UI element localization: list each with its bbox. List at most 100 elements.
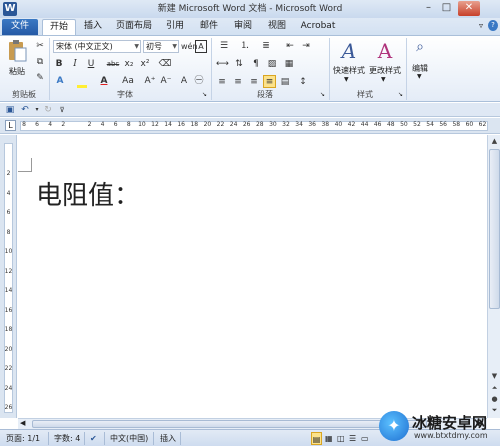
font-name-select[interactable]: 宋体 (中文正文) ▼ — [53, 40, 141, 53]
phonetic-guide-icon[interactable]: wén — [181, 40, 198, 53]
bullets-icon[interactable]: ☰ — [216, 40, 232, 53]
redo-icon[interactable]: ↻ — [42, 104, 54, 116]
subscript-button[interactable]: x₂ — [123, 58, 135, 71]
tab-page-layout[interactable]: 页面布局 — [112, 19, 156, 35]
document-text[interactable]: 电阻值： — [36, 175, 140, 212]
paragraph-dialog-launcher-icon[interactable]: ↘ — [320, 91, 325, 98]
tab-acrobat[interactable]: Acrobat — [298, 19, 338, 35]
sort-icon[interactable]: ⇅ — [233, 58, 245, 71]
ribbon-minimize-icon[interactable]: ▿ — [476, 21, 486, 31]
paste-icon[interactable] — [6, 39, 28, 63]
decrease-indent-icon[interactable]: ⇤ — [284, 40, 296, 53]
highlight-icon[interactable] — [75, 75, 89, 88]
web-layout-view-icon[interactable]: ◫ — [337, 432, 345, 445]
close-button[interactable]: ✕ — [458, 1, 480, 16]
tab-view[interactable]: 视图 — [264, 19, 290, 35]
underline-button[interactable]: U — [85, 58, 97, 71]
title-bar: W 新建 Microsoft Word 文档 - Microsoft Word … — [0, 0, 500, 18]
shading-icon[interactable]: ▨ — [266, 58, 278, 71]
italic-button[interactable]: I — [69, 58, 81, 71]
bold-button[interactable]: B — [53, 58, 65, 71]
font-dialog-launcher-icon[interactable]: ↘ — [202, 91, 207, 98]
change-styles-label[interactable]: 更改样式 — [368, 65, 402, 76]
scroll-down-icon[interactable]: ▼ — [489, 371, 500, 382]
clear-formatting-icon[interactable]: ⌫ — [158, 58, 172, 71]
shrink-font-button[interactable]: A⁻ — [159, 75, 173, 88]
increase-indent-icon[interactable]: ⇥ — [300, 40, 312, 53]
ruler-tick-label: 50 — [400, 121, 408, 128]
chinese-layout-icon[interactable]: ⟷ — [216, 58, 229, 71]
change-case-button[interactable]: Aa — [120, 75, 136, 88]
copy-icon[interactable]: ⧉ — [34, 56, 46, 69]
line-spacing-icon[interactable]: ↕ — [296, 76, 310, 89]
character-border-icon[interactable]: A — [195, 40, 207, 53]
align-right-icon[interactable]: ≡ — [248, 76, 260, 89]
minimize-button[interactable]: – — [420, 1, 437, 16]
font-color-icon[interactable]: A — [97, 75, 111, 88]
superscript-button[interactable]: x² — [139, 58, 151, 71]
vertical-ruler-tick-label: 6 — [6, 209, 11, 216]
watermark-logo: ✦ — [379, 411, 409, 441]
borders-icon[interactable]: ▦ — [283, 58, 295, 71]
paste-label[interactable]: 粘贴 — [6, 66, 28, 77]
word-count-status[interactable]: 字数: 4 — [54, 432, 80, 445]
full-screen-view-icon[interactable]: ▦ — [325, 432, 333, 445]
quick-styles-icon[interactable]: A — [338, 39, 360, 63]
insert-mode-status[interactable]: 插入 — [160, 432, 176, 445]
save-icon[interactable]: ▣ — [4, 104, 16, 116]
tab-references[interactable]: 引用 — [162, 19, 188, 35]
print-layout-view-icon[interactable]: ▤ — [311, 432, 322, 445]
justify-icon[interactable]: ≡ — [263, 75, 276, 88]
scroll-left-icon[interactable]: ◀ — [20, 419, 25, 427]
ruler-tick-label: 4 — [100, 121, 105, 128]
show-marks-icon[interactable]: ¶ — [250, 58, 262, 71]
tab-insert[interactable]: 插入 — [80, 19, 106, 35]
vertical-ruler-tick-label: 20 — [4, 345, 13, 353]
multilevel-list-icon[interactable]: ≣ — [258, 40, 274, 53]
ruler-tick-label: 58 — [452, 121, 461, 128]
enclose-characters-icon[interactable]: ㊀ — [192, 75, 206, 88]
cut-icon[interactable]: ✂ — [34, 40, 46, 53]
watermark-url: www.btxtdmy.com — [414, 431, 488, 440]
tab-file[interactable]: 文件 — [2, 19, 38, 35]
proofing-icon[interactable]: ✔ — [90, 432, 97, 445]
help-icon[interactable]: ? — [488, 20, 498, 31]
horizontal-scroll-thumb[interactable] — [32, 420, 427, 428]
ruler-tick-label: 30 — [269, 121, 277, 128]
outline-view-icon[interactable]: ☰ — [349, 432, 356, 445]
character-shading-icon[interactable]: A — [177, 75, 191, 88]
undo-icon[interactable]: ↶ — [19, 104, 31, 116]
page-count-status[interactable]: 页面: 1/1 — [6, 432, 40, 445]
align-center-icon[interactable]: ≡ — [232, 76, 244, 89]
numbering-icon[interactable]: ⒈ — [237, 40, 253, 53]
vertical-ruler-tick-label: 24 — [4, 384, 13, 392]
vertical-scrollbar[interactable]: ▲ ▼ ⏶ ● ⏷ — [487, 135, 500, 418]
next-page-icon[interactable]: ⏷ — [489, 405, 500, 416]
maximize-button[interactable]: □ — [438, 1, 455, 16]
distributed-icon[interactable]: ▤ — [279, 76, 291, 89]
customize-toolbar-icon[interactable]: ⊽ — [56, 104, 68, 116]
previous-page-icon[interactable]: ⏶ — [489, 383, 500, 394]
format-painter-icon[interactable]: ✎ — [34, 72, 46, 85]
align-left-icon[interactable]: ≡ — [216, 76, 228, 89]
vertical-ruler: 2 4 6 8 10 12 14 16 18 20 22 24 26 — [0, 135, 17, 418]
browse-object-icon[interactable]: ● — [489, 394, 500, 405]
strikethrough-button[interactable]: abc — [105, 58, 121, 71]
draft-view-icon[interactable]: ▭ — [361, 432, 369, 445]
tab-mailings[interactable]: 邮件 — [196, 19, 222, 35]
ruler-tick-label: 6 — [35, 121, 39, 128]
status-separator — [48, 432, 49, 445]
quick-styles-label[interactable]: 快速样式 — [332, 65, 366, 76]
change-styles-icon[interactable]: A — [374, 39, 396, 63]
font-size-select[interactable]: 初号 ▼ — [143, 40, 179, 53]
language-status[interactable]: 中文(中国) — [110, 432, 148, 445]
text-effects-icon[interactable]: A — [53, 75, 67, 88]
find-binoculars-icon[interactable]: ⌕ — [411, 39, 429, 61]
scroll-up-icon[interactable]: ▲ — [489, 136, 500, 147]
tab-review[interactable]: 审阅 — [230, 19, 256, 35]
ruler-tick-label: 20 — [203, 121, 212, 128]
styles-dialog-launcher-icon[interactable]: ↘ — [398, 91, 403, 98]
vertical-scroll-thumb[interactable] — [489, 149, 500, 309]
grow-font-button[interactable]: A⁺ — [143, 75, 157, 88]
tab-home[interactable]: 开始 — [42, 19, 76, 35]
